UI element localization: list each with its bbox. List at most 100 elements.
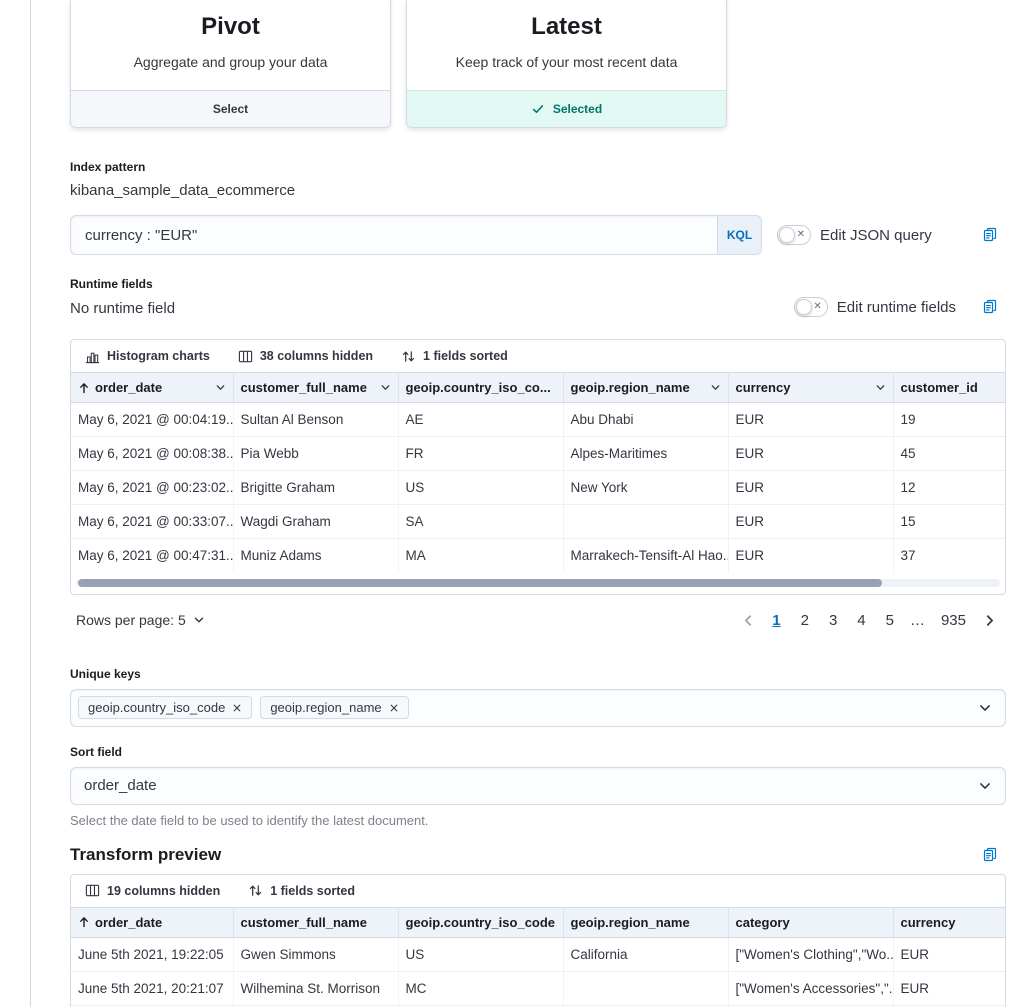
copy-preview-button[interactable]: [982, 847, 998, 863]
grid-cell[interactable]: EUR: [728, 505, 893, 539]
grid-cell[interactable]: California: [563, 937, 728, 971]
columns-hidden-label: 19 columns hidden: [107, 884, 220, 898]
grid-cell[interactable]: Pia Webb: [233, 437, 398, 471]
chevron-down-icon[interactable]: [875, 382, 886, 393]
fields-sorted-button[interactable]: 1 fields sorted: [401, 349, 508, 364]
column-header-order-date[interactable]: order_date: [71, 373, 233, 403]
fields-sorted-button[interactable]: 1 fields sorted: [248, 883, 355, 898]
grid-cell[interactable]: US: [398, 937, 563, 971]
columns-hidden-button[interactable]: 19 columns hidden: [85, 883, 220, 898]
column-header-country-iso-code[interactable]: geoip.country_iso_co...: [398, 373, 563, 403]
edit-json-toggle-label[interactable]: Edit JSON query: [820, 227, 932, 244]
grid-cell[interactable]: May 6, 2021 @ 00:33:07...: [71, 505, 233, 539]
card-pivot[interactable]: Pivot Aggregate and group your data Sele…: [70, 0, 391, 128]
chevron-down-icon[interactable]: [978, 701, 992, 715]
grid-cell[interactable]: May 6, 2021 @ 00:23:02...: [71, 471, 233, 505]
scrollbar-thumb[interactable]: [78, 579, 882, 587]
remove-chip-button[interactable]: [389, 703, 399, 713]
preview-table: order_date customer_full_name geoip.coun…: [71, 907, 1006, 1007]
grid-cell[interactable]: 12: [893, 471, 1006, 505]
grid-cell[interactable]: ["Women's Accessories","...: [728, 971, 893, 1005]
column-header-currency[interactable]: currency: [893, 907, 1006, 937]
query-bar[interactable]: currency : "EUR" KQL: [70, 215, 762, 255]
chevron-down-icon[interactable]: [215, 382, 226, 393]
grid-cell[interactable]: June 5th 2021, 19:22:05: [71, 937, 233, 971]
column-header-category[interactable]: category: [728, 907, 893, 937]
grid-cell[interactable]: June 5th 2021, 20:21:07: [71, 971, 233, 1005]
grid-cell[interactable]: Alpes-Maritimes: [563, 437, 728, 471]
grid-cell[interactable]: 19: [893, 403, 1006, 437]
column-header-customer-full-name[interactable]: customer_full_name: [233, 907, 398, 937]
grid-cell[interactable]: Brigitte Graham: [233, 471, 398, 505]
previous-page-button[interactable]: [738, 614, 759, 627]
edit-runtime-toggle-label[interactable]: Edit runtime fields: [837, 299, 956, 316]
card-latest[interactable]: Latest Keep track of your most recent da…: [406, 0, 727, 128]
copy-query-button[interactable]: [982, 227, 998, 243]
unique-key-chip[interactable]: geoip.country_iso_code: [78, 696, 252, 719]
unique-keys-combobox[interactable]: geoip.country_iso_code geoip.region_name: [70, 689, 1006, 727]
grid-cell[interactable]: Muniz Adams: [233, 539, 398, 573]
page-button-4[interactable]: 4: [850, 610, 872, 631]
grid-cell[interactable]: Marrakech-Tensift-Al Hao...: [563, 539, 728, 573]
kql-language-button[interactable]: KQL: [717, 216, 761, 254]
latest-selected-button[interactable]: Selected: [407, 90, 726, 127]
grid-cell[interactable]: Abu Dhabi: [563, 403, 728, 437]
grid-cell[interactable]: EUR: [728, 437, 893, 471]
pivot-select-button[interactable]: Select: [71, 90, 390, 127]
grid-cell[interactable]: [563, 505, 728, 539]
grid-cell[interactable]: EUR: [893, 971, 1006, 1005]
histogram-charts-button[interactable]: Histogram charts: [85, 349, 210, 364]
grid-cell[interactable]: ["Women's Clothing","Wo...: [728, 937, 893, 971]
grid-cell[interactable]: US: [398, 471, 563, 505]
column-header-region-name[interactable]: geoip.region_name: [563, 907, 728, 937]
grid-cell[interactable]: EUR: [893, 937, 1006, 971]
columns-hidden-button[interactable]: 38 columns hidden: [238, 349, 373, 364]
toggle-off-x-icon: ✕: [813, 302, 821, 312]
grid-cell[interactable]: MA: [398, 539, 563, 573]
page-button-last[interactable]: 935: [934, 610, 973, 631]
edit-json-toggle[interactable]: ✕: [777, 225, 811, 245]
page-button-2[interactable]: 2: [794, 610, 816, 631]
grid-cell[interactable]: EUR: [728, 471, 893, 505]
sort-field-select[interactable]: order_date: [70, 767, 1006, 805]
grid-cell[interactable]: New York: [563, 471, 728, 505]
grid-cell[interactable]: May 6, 2021 @ 00:04:19...: [71, 403, 233, 437]
grid-cell[interactable]: Wagdi Graham: [233, 505, 398, 539]
page-button-3[interactable]: 3: [822, 610, 844, 631]
grid-cell[interactable]: MC: [398, 971, 563, 1005]
remove-chip-button[interactable]: [232, 703, 242, 713]
grid-cell[interactable]: [563, 971, 728, 1005]
grid-cell[interactable]: Wilhemina St. Morrison: [233, 971, 398, 1005]
copy-runtime-button[interactable]: [982, 299, 998, 315]
column-header-region-name[interactable]: geoip.region_name: [563, 373, 728, 403]
flyout-left-border: [30, 0, 31, 1007]
grid-cell[interactable]: EUR: [728, 539, 893, 573]
grid-cell[interactable]: May 6, 2021 @ 00:47:31...: [71, 539, 233, 573]
grid-cell[interactable]: FR: [398, 437, 563, 471]
grid-cell[interactable]: EUR: [728, 403, 893, 437]
grid-cell[interactable]: 45: [893, 437, 1006, 471]
grid-cell[interactable]: 15: [893, 505, 1006, 539]
next-page-button[interactable]: [979, 614, 1000, 627]
unique-key-chip[interactable]: geoip.region_name: [260, 696, 408, 719]
column-header-customer-full-name[interactable]: customer_full_name: [233, 373, 398, 403]
fields-sorted-label: 1 fields sorted: [423, 349, 508, 363]
chevron-down-icon[interactable]: [710, 382, 721, 393]
edit-runtime-toggle[interactable]: ✕: [794, 297, 828, 317]
chevron-down-icon[interactable]: [380, 382, 391, 393]
rows-per-page-button[interactable]: Rows per page: 5: [76, 612, 205, 628]
column-header-order-date[interactable]: order_date: [71, 907, 233, 937]
grid-cell[interactable]: AE: [398, 403, 563, 437]
grid-cell[interactable]: May 6, 2021 @ 00:08:38...: [71, 437, 233, 471]
page-button-1[interactable]: 1: [765, 610, 787, 631]
page-button-5[interactable]: 5: [879, 610, 901, 631]
grid-cell[interactable]: Gwen Simmons: [233, 937, 398, 971]
horizontal-scrollbar[interactable]: [76, 579, 1000, 587]
column-header-customer-id[interactable]: customer_id: [893, 373, 1006, 403]
grid-cell[interactable]: Sultan Al Benson: [233, 403, 398, 437]
grid-cell[interactable]: 37: [893, 539, 1006, 573]
column-header-currency[interactable]: currency: [728, 373, 893, 403]
query-input[interactable]: currency : "EUR": [71, 216, 717, 254]
column-header-country-iso-code[interactable]: geoip.country_iso_code: [398, 907, 563, 937]
grid-cell[interactable]: SA: [398, 505, 563, 539]
